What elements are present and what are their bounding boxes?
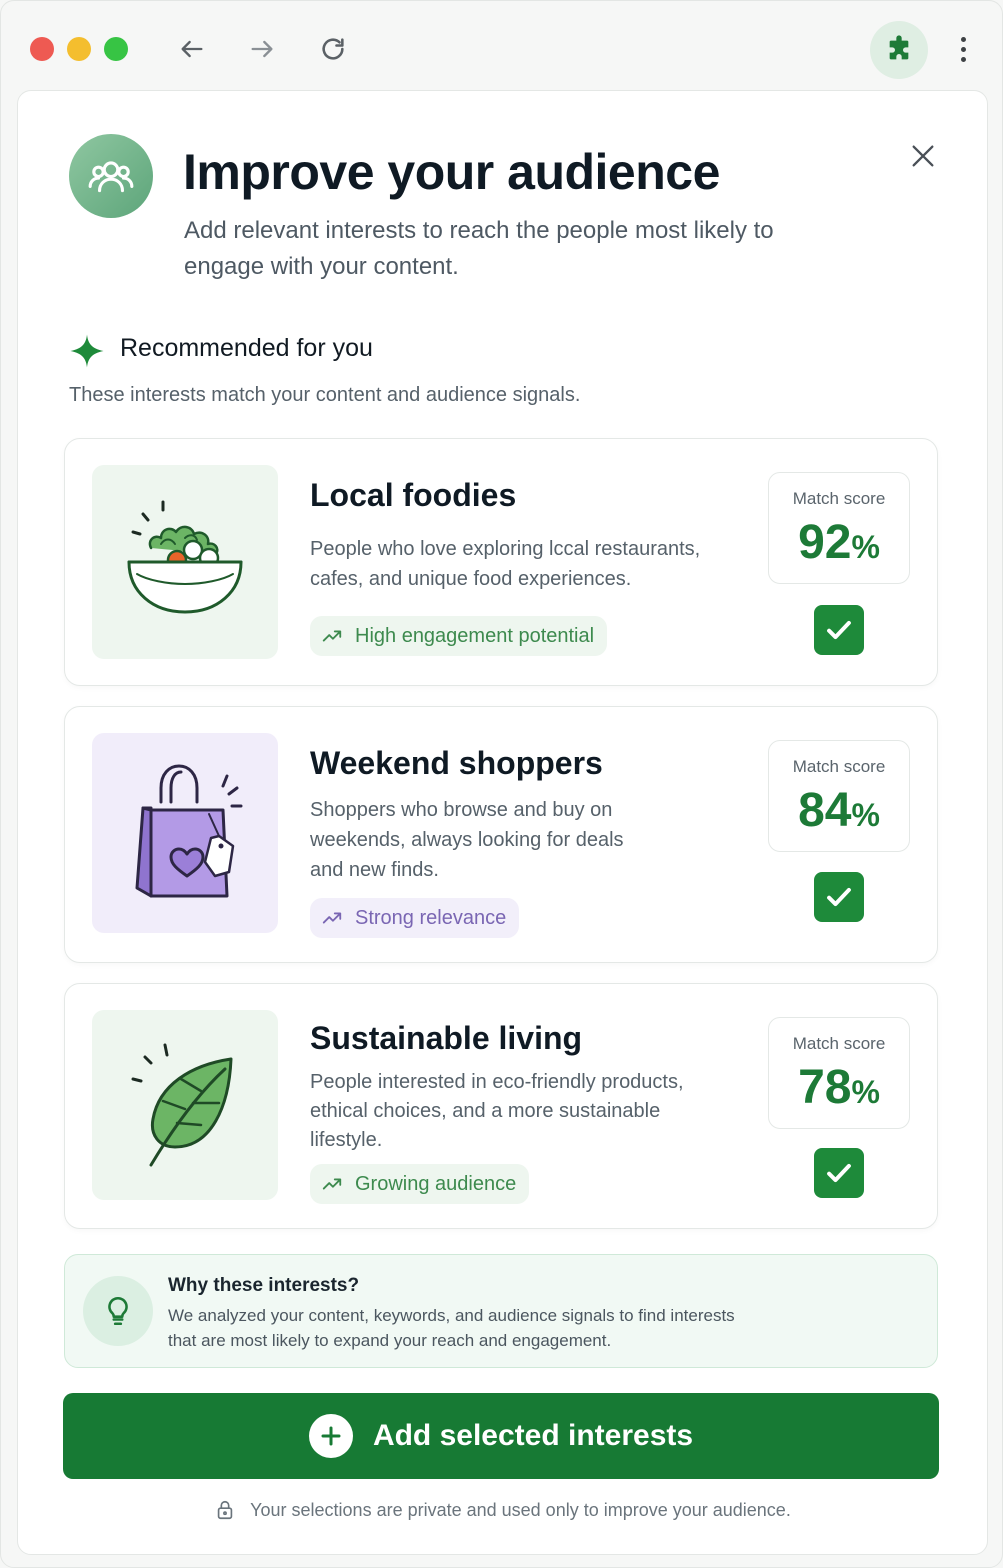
privacy-text: Your selections are private and used onl… (250, 1499, 791, 1520)
select-checkbox[interactable] (814, 1148, 864, 1198)
close-window-button[interactable] (30, 37, 54, 61)
close-icon (912, 145, 934, 167)
lightbulb-icon (83, 1276, 153, 1346)
plus-icon (308, 1414, 353, 1458)
card-description: People who love exploring lccal restaura… (310, 538, 701, 590)
tag-label: Growing audience (355, 1172, 517, 1195)
forward-arrow-icon (251, 40, 273, 58)
trending-up-icon (322, 630, 342, 642)
match-score-box: Match score 92% (768, 472, 910, 584)
card-title: Sustainable living (310, 1020, 583, 1056)
leaf-illustration (92, 1010, 278, 1200)
trending-up-icon (322, 1178, 342, 1190)
score-label: Match score (792, 489, 886, 508)
audience-dialog: Improve your audience Add relevant inter… (17, 90, 988, 1555)
score-value: 92% (798, 516, 880, 569)
dialog-subtitle: Add relevant interests to reach the peop… (184, 217, 774, 280)
match-score-box: Match score 84% (768, 740, 910, 852)
score-label: Match score (792, 757, 886, 776)
card-title: Weekend shoppers (310, 745, 603, 781)
audience-icon (69, 134, 153, 218)
checkmark-icon (827, 887, 851, 907)
score-value: 84% (798, 784, 880, 837)
relevance-tag: Strong relevance (310, 898, 520, 938)
tag-label: Strong relevance (355, 906, 507, 929)
salad-bowl-illustration (92, 465, 278, 659)
maximize-window-button[interactable] (104, 37, 128, 61)
browser-toolbar (1, 1, 1003, 93)
browser-window: Improve your audience Add relevant inter… (0, 0, 1003, 1568)
cta-label: Add selected interests (372, 1419, 694, 1452)
privacy-note: Your selections are private and used onl… (18, 1499, 987, 1521)
card-description: People interested in eco-friendly produc… (310, 1071, 684, 1151)
reload-button[interactable] (315, 31, 351, 67)
checkmark-icon (827, 1163, 851, 1183)
audience-growth-tag: Growing audience (310, 1164, 530, 1204)
recommended-subtitle: These interests match your content and a… (69, 384, 581, 406)
interest-card-weekend-shoppers[interactable]: Weekend shoppers Shoppers who browse and… (64, 706, 938, 963)
trending-up-icon (322, 912, 342, 924)
select-checkbox[interactable] (814, 605, 864, 655)
score-value: 78% (798, 1061, 880, 1114)
extension-button[interactable] (870, 21, 928, 79)
card-title: Local foodies (310, 477, 517, 513)
interest-card-sustainable-living[interactable]: Sustainable living People interested in … (64, 983, 938, 1229)
card-description: Shoppers who browse and buy on weekends,… (310, 799, 624, 881)
engagement-tag: High engagement potential (310, 616, 608, 656)
sparkle-icon (70, 334, 104, 368)
info-title: Why these interests? (168, 1275, 360, 1296)
lock-icon (217, 1500, 233, 1520)
match-score-box: Match score 78% (768, 1017, 910, 1129)
extension-puzzle-icon (889, 35, 909, 60)
info-text: We analyzed your content, keywords, and … (168, 1306, 735, 1350)
shopping-bag-illustration (92, 733, 278, 933)
checkmark-icon (827, 620, 851, 640)
select-checkbox[interactable] (814, 872, 864, 922)
dialog-title: Improve your audience (183, 144, 720, 200)
reload-icon (322, 38, 344, 60)
add-selected-interests-button[interactable]: Add selected interests (63, 1393, 939, 1479)
close-dialog-button[interactable] (906, 139, 940, 173)
tag-label: High engagement potential (355, 624, 595, 647)
forward-button[interactable] (244, 31, 280, 67)
recommended-title: Recommended for you (120, 334, 373, 362)
minimize-window-button[interactable] (67, 37, 91, 61)
why-interests-info-box: Why these interests? We analyzed your co… (64, 1254, 938, 1368)
interest-card-local-foodies[interactable]: Local foodies People who love exploring … (64, 438, 938, 686)
back-arrow-icon (181, 40, 203, 58)
back-button[interactable] (174, 31, 210, 67)
kebab-menu-icon[interactable] (951, 33, 975, 65)
score-label: Match score (792, 1034, 886, 1053)
